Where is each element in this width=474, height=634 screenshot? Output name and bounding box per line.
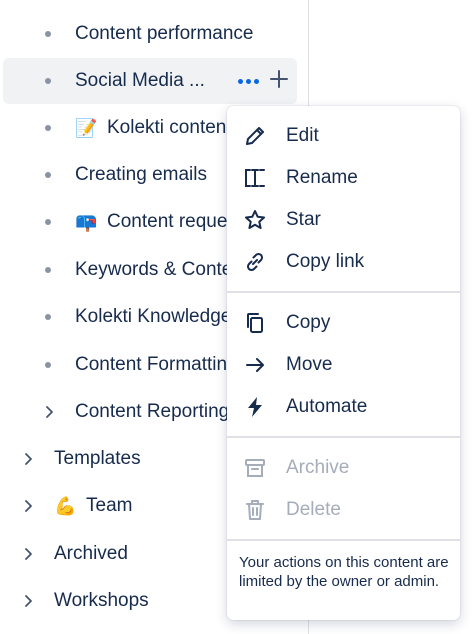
star-icon (242, 207, 268, 233)
bullet-icon (45, 125, 51, 131)
link-icon (242, 249, 268, 275)
sidebar-item-label: Team (86, 495, 133, 516)
memo-emoji-icon: 📝 (75, 118, 98, 138)
menu-item-archive: Archive (227, 447, 460, 489)
sidebar-item-label: Templates (54, 448, 141, 469)
sidebar-item-label: Creating emails (75, 164, 207, 185)
bullet-icon (45, 78, 51, 84)
chevron-right-icon[interactable] (21, 452, 35, 466)
menu-item-label: Star (286, 209, 321, 230)
sidebar-item-label: Keywords & Conte (75, 259, 233, 280)
more-horizontal-icon (237, 78, 243, 84)
sidebar-item-label: Workshops (54, 590, 149, 611)
menu-separator (227, 436, 460, 438)
chevron-right-icon[interactable] (21, 594, 35, 608)
menu-item-label: Automate (286, 396, 368, 417)
menu-item-edit[interactable]: Edit (227, 115, 460, 157)
bullet-icon (45, 31, 51, 37)
menu-item-copy[interactable]: Copy (227, 302, 460, 344)
bullet-icon (45, 267, 51, 273)
arrow-right-icon (242, 352, 268, 378)
menu-item-move[interactable]: Move (227, 344, 460, 386)
flexed-biceps-emoji-icon: 💪 (54, 496, 77, 516)
sidebar-item-label: Content reque (107, 211, 228, 232)
sidebar-item-label: Content Reporting (75, 401, 230, 422)
mailbox-emoji-icon: 📪 (75, 212, 98, 232)
menu-separator (227, 291, 460, 293)
archive-icon (242, 455, 268, 481)
bullet-icon (45, 219, 51, 225)
menu-separator (227, 539, 460, 541)
trash-icon (242, 497, 268, 523)
menu-item-label: Copy (286, 312, 331, 333)
sidebar-item-label: Content performance (75, 23, 254, 44)
sidebar-item-social-media[interactable]: Social Media ... (3, 58, 297, 104)
add-child-button[interactable] (268, 69, 290, 91)
menu-item-label: Edit (286, 125, 319, 146)
more-actions-menu: Edit Rename Star Copy link Copy Move Aut… (227, 106, 460, 620)
menu-item-label: Delete (286, 499, 341, 520)
copy-icon (242, 310, 268, 336)
sidebar-item-label: Content Formattin (75, 354, 228, 375)
plus-icon (270, 70, 288, 88)
sidebar-item-label: Kolekti conten (107, 117, 227, 138)
menu-item-label: Archive (286, 457, 350, 478)
bullet-icon (45, 172, 51, 178)
more-actions-button[interactable] (233, 70, 263, 92)
rename-cursor-icon (242, 165, 268, 191)
menu-item-copy-link[interactable]: Copy link (227, 241, 460, 283)
sidebar-item-label: Archived (54, 543, 128, 564)
bullet-icon (45, 362, 51, 368)
menu-item-label: Copy link (286, 251, 365, 272)
lightning-icon (242, 394, 268, 420)
pencil-icon (242, 123, 268, 149)
bullet-icon (45, 314, 51, 320)
chevron-right-icon[interactable] (21, 547, 35, 561)
sidebar-item-label: Social Media ... (75, 70, 205, 91)
menu-item-label: Rename (286, 167, 358, 188)
sidebar-item-label: Kolekti Knowledge (75, 306, 232, 327)
permissions-note: Your actions on this content are limited… (239, 554, 449, 590)
menu-item-rename[interactable]: Rename (227, 157, 460, 199)
menu-item-star[interactable]: Star (227, 199, 460, 241)
menu-item-delete: Delete (227, 489, 460, 531)
sidebar-item-content-performance[interactable]: Content performance (0, 11, 308, 57)
chevron-right-icon[interactable] (42, 405, 56, 419)
chevron-right-icon[interactable] (21, 499, 35, 513)
menu-item-label: Move (286, 354, 333, 375)
menu-item-automate[interactable]: Automate (227, 386, 460, 428)
